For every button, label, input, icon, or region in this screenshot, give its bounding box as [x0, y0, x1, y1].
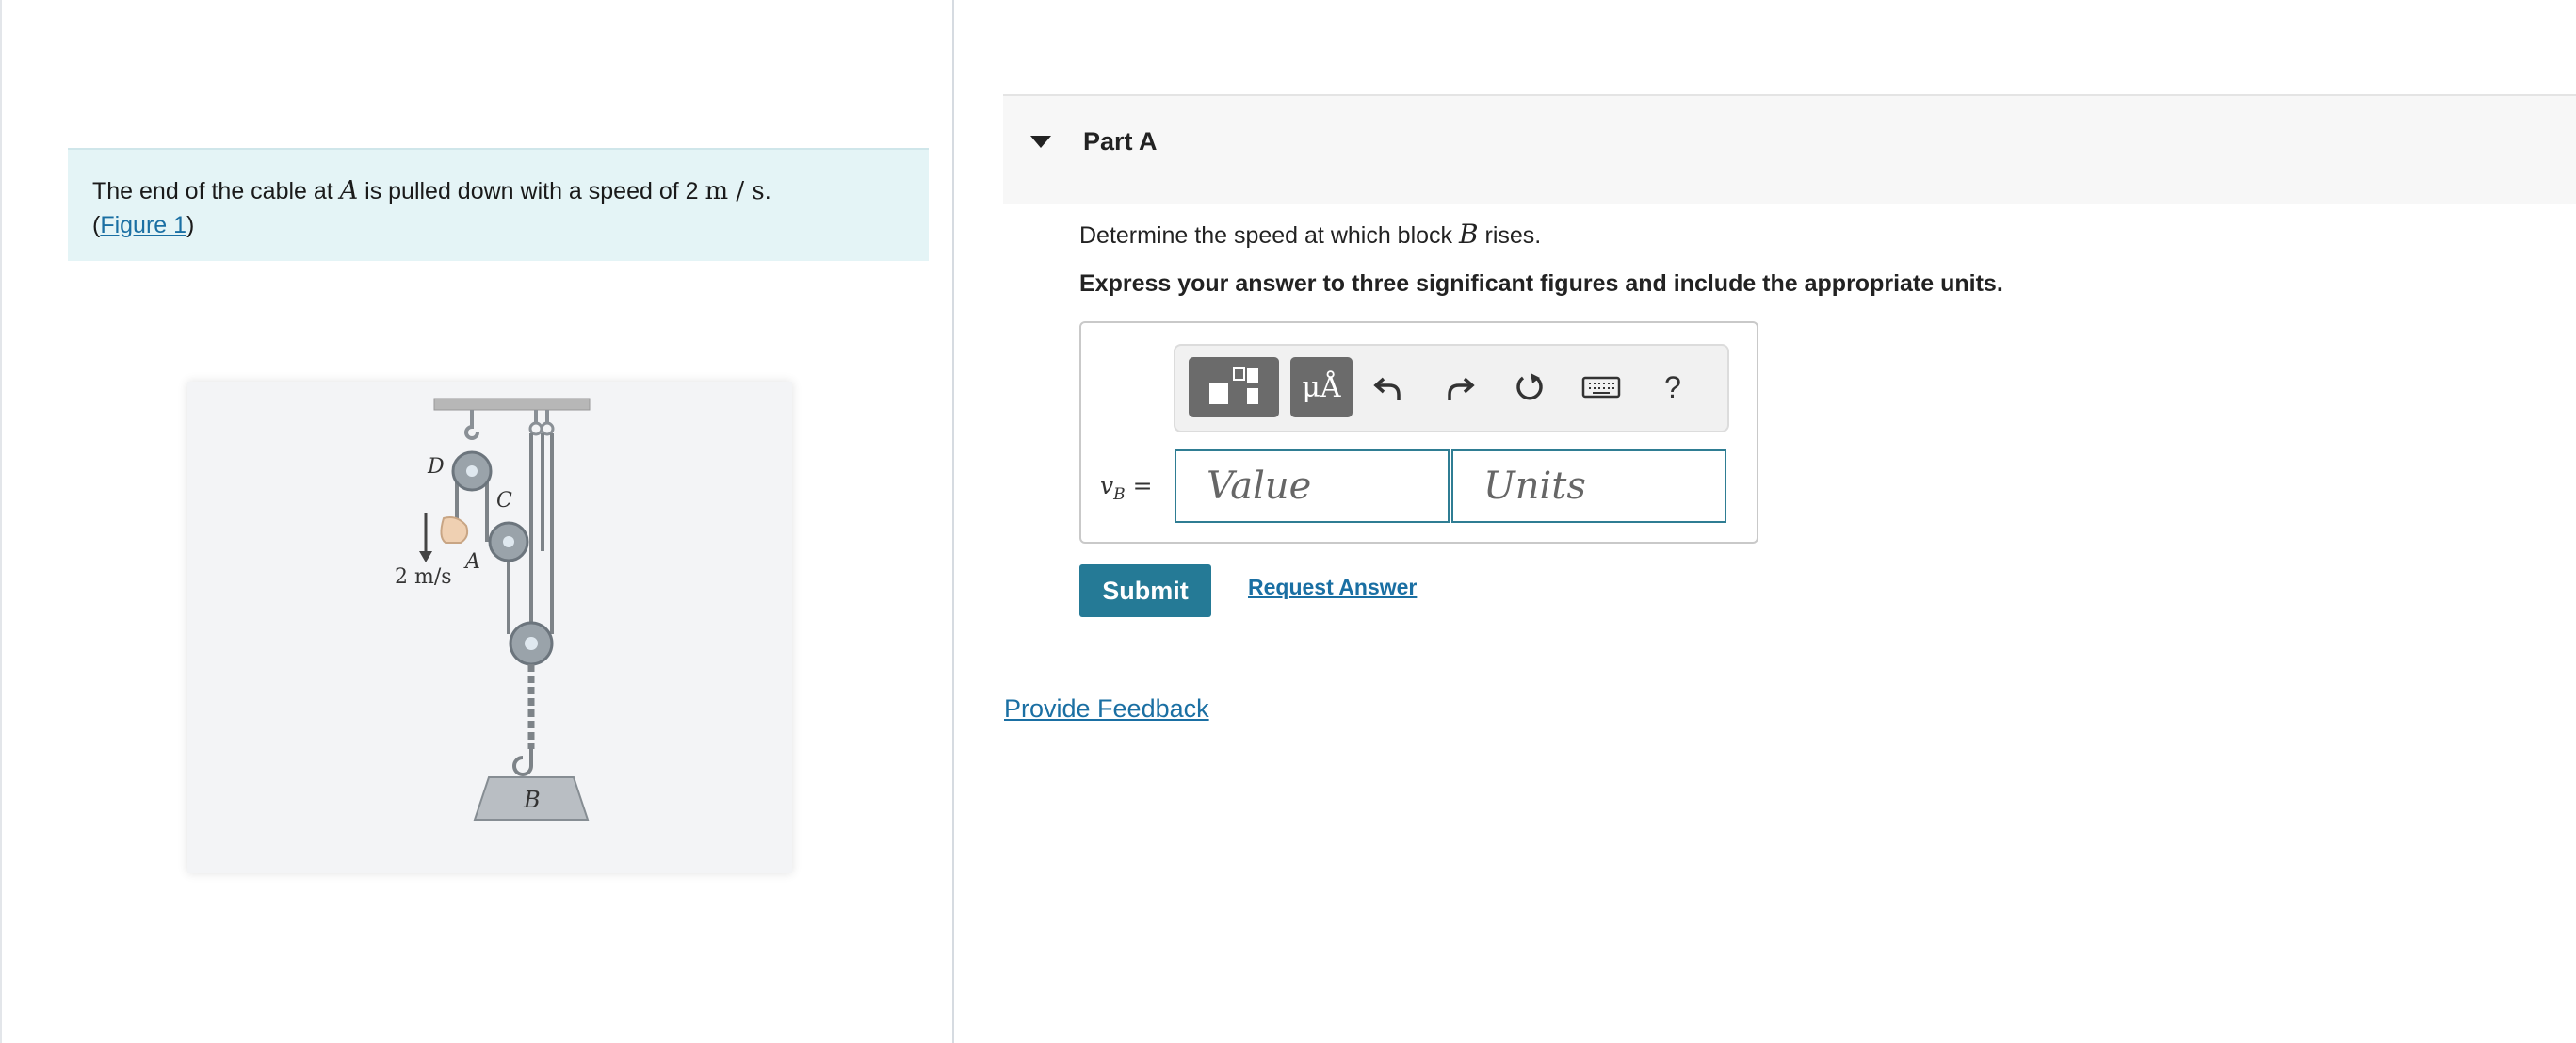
submit-button[interactable]: Submit [1079, 564, 1211, 617]
answer-var-main: v [1100, 472, 1114, 499]
figure-label-d: D [427, 455, 445, 479]
figure-close-paren: ) [186, 212, 195, 238]
templates-icon [1209, 367, 1258, 404]
part-a-header[interactable]: Part A [1003, 94, 2576, 204]
answer-var-sub: B [1113, 485, 1126, 504]
hand-a [440, 516, 469, 544]
undo-button[interactable] [1364, 357, 1413, 417]
answer-variable-label: vB = [1100, 472, 1153, 504]
part-title: Part A [1083, 127, 1158, 155]
undo-icon [1373, 377, 1401, 400]
figure-label-c: C [496, 489, 512, 513]
question-after: rises. [1478, 222, 1542, 249]
question-before: Determine the speed at which block [1079, 222, 1459, 249]
figure-speed-label: 2 m/s [395, 565, 452, 589]
problem-text-middle: is pulled down with a speed of [358, 178, 686, 204]
problem-text-before: The end of the cable at [92, 178, 340, 204]
ceiling-hook-right [534, 410, 549, 423]
lower-pulley-hub [525, 637, 538, 650]
value-placeholder: Value [1207, 464, 1312, 508]
problem-statement: The end of the cable at A is pulled down… [68, 148, 929, 261]
speed-unit: m / s [705, 177, 765, 205]
question-variable: B [1459, 219, 1479, 250]
units-input[interactable]: Units [1451, 449, 1726, 523]
block-hook [512, 749, 533, 776]
redo-icon [1448, 377, 1475, 400]
pulley-c-hub [503, 536, 514, 547]
templates-button[interactable] [1189, 357, 1279, 417]
pulley-d-hub [466, 465, 478, 477]
panel-divider [952, 0, 954, 1043]
speed-value: 2 [685, 178, 699, 204]
variable-a: A [339, 176, 359, 205]
value-input[interactable]: Value [1175, 449, 1450, 523]
figure-link[interactable]: Figure 1 [100, 212, 186, 238]
problem-text-end: . [764, 178, 771, 204]
units-icon: μÅ [1302, 370, 1341, 404]
ceiling-ring-2 [540, 421, 555, 436]
units-placeholder: Units [1483, 464, 1586, 508]
keyboard-icon [1581, 376, 1621, 399]
help-icon: ? [1664, 369, 1681, 404]
question-text: Determine the speed at which block B ris… [1079, 219, 1541, 250]
reset-button[interactable] [1505, 357, 1554, 417]
keyboard-button[interactable] [1577, 357, 1626, 417]
ceiling-beam [433, 398, 591, 411]
ceiling-hook-d [464, 410, 479, 440]
ceiling-ring-1 [528, 421, 543, 436]
provide-feedback-link[interactable]: Provide Feedback [1004, 694, 1209, 724]
answer-instruction: Express your answer to three significant… [1079, 270, 2003, 297]
collapse-caret-icon[interactable] [1030, 136, 1051, 148]
left-border [0, 0, 2, 1043]
reset-icon [1516, 373, 1543, 400]
figure-label-a: A [463, 550, 480, 574]
units-button[interactable]: μÅ [1290, 357, 1353, 417]
help-button[interactable]: ? [1648, 357, 1697, 417]
pulley-figure[interactable]: D C A B 2 m/s [187, 382, 792, 873]
answer-equals: = [1125, 472, 1153, 499]
speed-arrow-head [419, 551, 432, 562]
answer-box: μÅ ? vB = Value Units [1079, 321, 1758, 544]
math-toolbar: μÅ ? [1174, 344, 1729, 432]
figure-label-b: B [523, 787, 541, 813]
redo-button[interactable] [1435, 357, 1484, 417]
request-answer-link[interactable]: Request Answer [1248, 575, 1417, 600]
